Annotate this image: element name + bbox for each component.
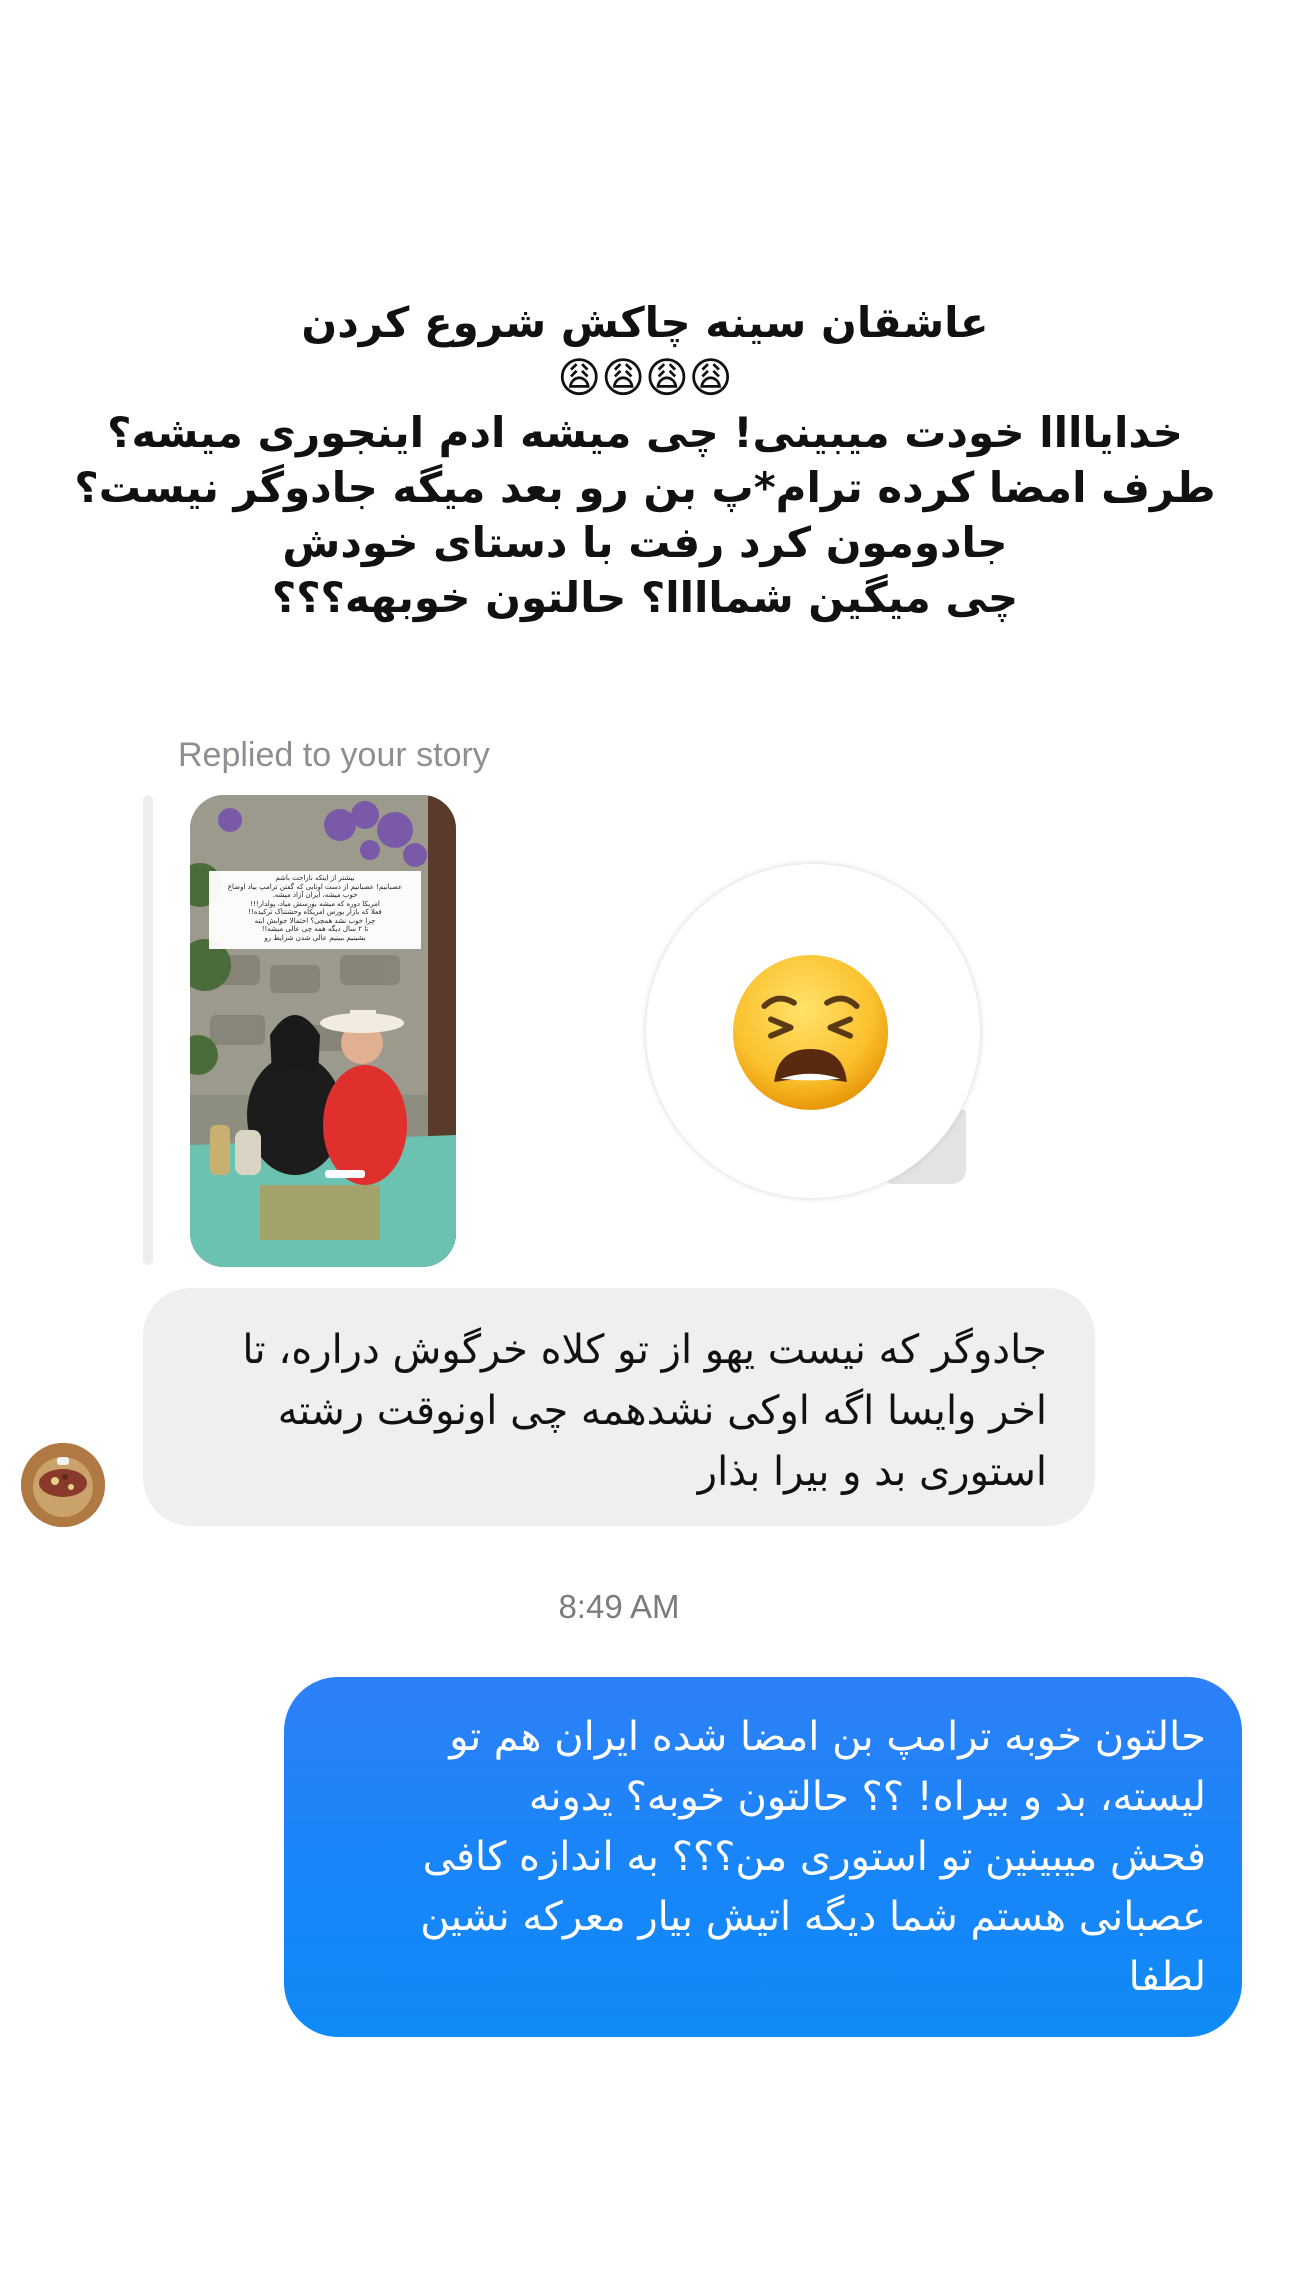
thumb-text-line: چرا خوب نشد همچی؟ احتمالا جوابش اینه <box>254 916 376 925</box>
caption-line: خدایاااا خودت میبینی! چی میشه ادم اینجور… <box>107 408 1183 457</box>
story-photo <box>190 795 456 1267</box>
caption-line: طرف امضا کرده ترام*پ بن رو بعد میگه جادو… <box>74 463 1216 512</box>
caption-line: عاشقان سینه چاکش شروع کردن <box>301 298 989 347</box>
thumb-text-line: بشینیم ببینیم عالی شدن شرایط رو <box>264 933 366 942</box>
message-line: لطفا <box>1128 1954 1206 2000</box>
message-line: عصبانی هستم شما دیگه اتیش بیار معرکه نشی… <box>420 1894 1206 1940</box>
thumb-text-line: تا ۲ سال دیگه همه چی عالی میشه!! <box>261 925 369 933</box>
message-line: لیسته، بد و بیراه! ؟؟ حالتون خوبه؟ یدونه <box>528 1774 1206 1820</box>
caption-line: چی میگین شماااا؟ حالتون خوبهه؟؟؟ <box>271 573 1019 622</box>
thumb-text-line: خوب میشه، ایران آزاد میشه. <box>272 891 358 899</box>
thumb-text-line: بیشتر از اینکه ناراحت باشم <box>275 874 355 882</box>
message-line: حالتون خوبه ترامپ بن امضا شده ایران هم ت… <box>449 1714 1206 1760</box>
message-line: اخر وایسا اگه اوکی نشدهمه چی اونوقت رشته <box>277 1388 1047 1434</box>
thumb-text-line: فعلا که بازار بورس امریکاه وحشتناک ترکید… <box>248 908 382 916</box>
message-timestamp: 8:49 AM <box>558 1588 680 1625</box>
caption-emoji-line: 😩😩😩😩 <box>557 353 733 402</box>
sender-avatar[interactable] <box>21 1443 105 1527</box>
thumb-text-line: عصبانیم! عصبانیم از دست اونایی که گفتن ت… <box>227 882 403 891</box>
weary-face-emoji-icon <box>732 954 889 1111</box>
caption-line: جادومون کرد رفت با دستای خودش <box>282 518 1008 567</box>
outgoing-message-bubble[interactable]: حالتون خوبه ترامپ بن امضا شده ایران هم ت… <box>284 1677 1242 2037</box>
avatar-image <box>21 1443 105 1527</box>
incoming-message-bubble[interactable]: جادوگر که نیست یهو از تو کلاه خرگوش درار… <box>143 1288 1095 1526</box>
message-line: فحش میبینین تو استوری من؟؟؟ به اندازه کا… <box>422 1834 1206 1880</box>
message-line: استوری بد و بیرا بذار <box>697 1449 1047 1495</box>
thumb-text-line: امریکا دوره که میشه بورسش میاد، پولدار!!… <box>250 899 380 908</box>
story-caption: عاشقان سینه چاکش شروع کردن 😩😩😩😩 خدایاااا… <box>0 295 1290 625</box>
story-thumbnail[interactable]: بیشتر از اینکه ناراحت باشم عصبانیم! عصبا… <box>190 795 456 1267</box>
message-line: جادوگر که نیست یهو از تو کلاه خرگوش درار… <box>242 1327 1047 1373</box>
reply-quote-bar <box>143 795 153 1265</box>
story-thumbnail-text: بیشتر از اینکه ناراحت باشم عصبانیم! عصبا… <box>209 871 421 949</box>
replied-to-story-label: Replied to your story <box>178 736 490 774</box>
